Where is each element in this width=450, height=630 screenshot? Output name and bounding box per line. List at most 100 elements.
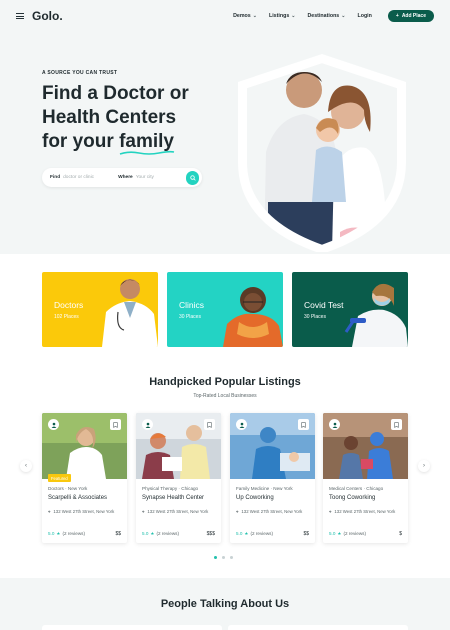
carousel-pagination (214, 556, 233, 559)
nav-label: Listings (268, 13, 290, 19)
rating-score: 5.0 (236, 531, 243, 536)
carousel-next-button[interactable]: › (418, 460, 430, 472)
listing-card[interactable]: Medical Centers · Chicago Toong Coworkin… (323, 413, 408, 543)
carousel-prev-button[interactable]: ‹ (20, 460, 32, 472)
map-pin-icon: ⌖ (142, 509, 145, 514)
rating-score: 5.0 (48, 531, 55, 536)
listing-rating: 5.0 ★ (2 reviews) (329, 531, 366, 537)
pagination-dot[interactable] (214, 556, 217, 559)
chevron-right-icon: › (423, 463, 425, 469)
map-pin-icon: ⌖ (329, 509, 332, 514)
nav-item-demos[interactable]: Demos ⌄ (233, 13, 257, 19)
category-count: 30 Places (304, 314, 326, 320)
user-icon[interactable] (236, 419, 247, 430)
hero-title: Find a Doctor or Health Centers for your… (42, 82, 217, 155)
bookmark-icon[interactable] (391, 419, 402, 430)
doctor-photo (102, 279, 158, 347)
hero-eyebrow: A SOURCE YOU CAN TRUST (42, 70, 118, 76)
listing-rating: 5.0 ★ (2 reviews) (142, 531, 179, 537)
user-icon[interactable] (48, 419, 59, 430)
listing-card[interactable]: Family Medicine · New York Up Coworking … (230, 413, 315, 543)
city-label: New York (273, 486, 293, 491)
listing-name[interactable]: Up Coworking (236, 495, 274, 501)
find-input[interactable]: doctor or clinic (63, 175, 94, 180)
search-icon (189, 174, 196, 181)
rating-score: 5.0 (142, 531, 149, 536)
address-text: 132 West 27th Street, New York (241, 509, 303, 514)
category-title: Doctors (54, 300, 84, 310)
category-card-clinics[interactable]: Clinics 30 Places (167, 272, 283, 347)
search-button[interactable] (186, 170, 199, 185)
nav-label: Demos (233, 13, 251, 19)
hero-section: A SOURCE YOU CAN TRUST Find a Doctor or … (0, 32, 450, 254)
listing-name[interactable]: Toong Coworking (329, 495, 375, 501)
covid-test-photo (344, 283, 408, 347)
bookmark-icon[interactable] (110, 419, 121, 430)
listing-address: ⌖ 132 West 27th Street, New York (142, 509, 208, 514)
find-field[interactable]: Find doctor or clinic (50, 175, 118, 180)
nav-item-listings[interactable]: Listings ⌄ (269, 13, 296, 19)
menu-icon[interactable] (16, 13, 24, 19)
price-level: $ (399, 531, 402, 537)
where-field[interactable]: Where Your city (118, 175, 186, 180)
bookmark-icon[interactable] (204, 419, 215, 430)
price-level: $$ (115, 531, 121, 537)
category-card-doctors[interactable]: Doctors 102 Places (42, 272, 158, 347)
hero-title-line: Health Centers (42, 107, 177, 128)
listing-address: ⌖ 132 West 27th Street, New York (48, 509, 114, 514)
category-label: Doctors (48, 486, 64, 491)
star-icon: ★ (244, 531, 249, 536)
hero-search-bar: Find doctor or clinic Where Your city (42, 168, 202, 187)
address-text: 132 West 27th Street, New York (53, 509, 115, 514)
family-hero-image (238, 54, 406, 252)
city-label: Chicago (181, 486, 199, 491)
squiggle-underline-icon (119, 150, 175, 155)
rating-score: 5.0 (329, 531, 336, 536)
login-link[interactable]: Login (357, 13, 371, 19)
listing-address: ⌖ 132 West 27th Street, New York (329, 509, 395, 514)
listing-address: ⌖ 132 West 27th Street, New York (236, 509, 302, 514)
plus-icon: + (395, 13, 399, 19)
price-level: $$$ (206, 531, 215, 537)
bookmark-icon[interactable] (298, 419, 309, 430)
category-label: Family Medicine (236, 486, 270, 491)
user-icon[interactable] (329, 419, 340, 430)
hero-title-line: for your (42, 131, 114, 152)
listing-rating: 5.0 ★ (2 reviews) (48, 531, 85, 537)
star-icon: ★ (337, 531, 342, 536)
listing-category: Family Medicine · New York (236, 486, 293, 491)
testimonial-card (228, 625, 408, 630)
chevron-down-icon: ⌄ (291, 13, 296, 19)
listing-category: Doctors · New York (48, 486, 88, 491)
listing-category: Medical Centers · Chicago (329, 486, 384, 491)
add-place-button[interactable]: + Add Place (387, 10, 434, 22)
city-label: Chicago (366, 486, 384, 491)
add-place-label: Add Place (401, 13, 426, 19)
pagination-dot[interactable] (222, 556, 225, 559)
review-count: (2 reviews) (156, 531, 179, 536)
listing-card[interactable]: Physical Therapy · Chicago Synapse Healt… (136, 413, 221, 543)
listing-card[interactable]: Featured Doctors · New York Scarpelli & … (42, 413, 127, 543)
category-title: Covid Test (304, 300, 344, 310)
listing-category: Physical Therapy · Chicago (142, 486, 199, 491)
listing-name[interactable]: Synapse Health Center (142, 495, 204, 501)
price-level: $$ (303, 531, 309, 537)
star-icon: ★ (150, 531, 155, 536)
review-count: (2 reviews) (250, 531, 273, 536)
listing-name[interactable]: Scarpelli & Associates (48, 495, 107, 501)
site-logo[interactable]: Golo. (32, 9, 63, 23)
address-text: 132 West 27th Street, New York (334, 509, 396, 514)
category-count: 102 Places (54, 314, 79, 320)
user-icon[interactable] (142, 419, 153, 430)
listings-title: Handpicked Popular Listings (149, 376, 301, 388)
category-card-covid-test[interactable]: Covid Test 30 Places (292, 272, 408, 347)
nav-label: Destinations (307, 13, 340, 19)
where-input[interactable]: Your city (136, 175, 154, 180)
address-text: 132 West 27th Street, New York (147, 509, 209, 514)
category-label: Medical Centers (329, 486, 363, 491)
pagination-dot[interactable] (230, 556, 233, 559)
review-count: (2 reviews) (62, 531, 85, 536)
listings-subtitle: Top-Rated Local Businesses (193, 393, 257, 399)
hero-title-accent: family (119, 131, 175, 155)
nav-item-destinations[interactable]: Destinations ⌄ (307, 13, 345, 19)
